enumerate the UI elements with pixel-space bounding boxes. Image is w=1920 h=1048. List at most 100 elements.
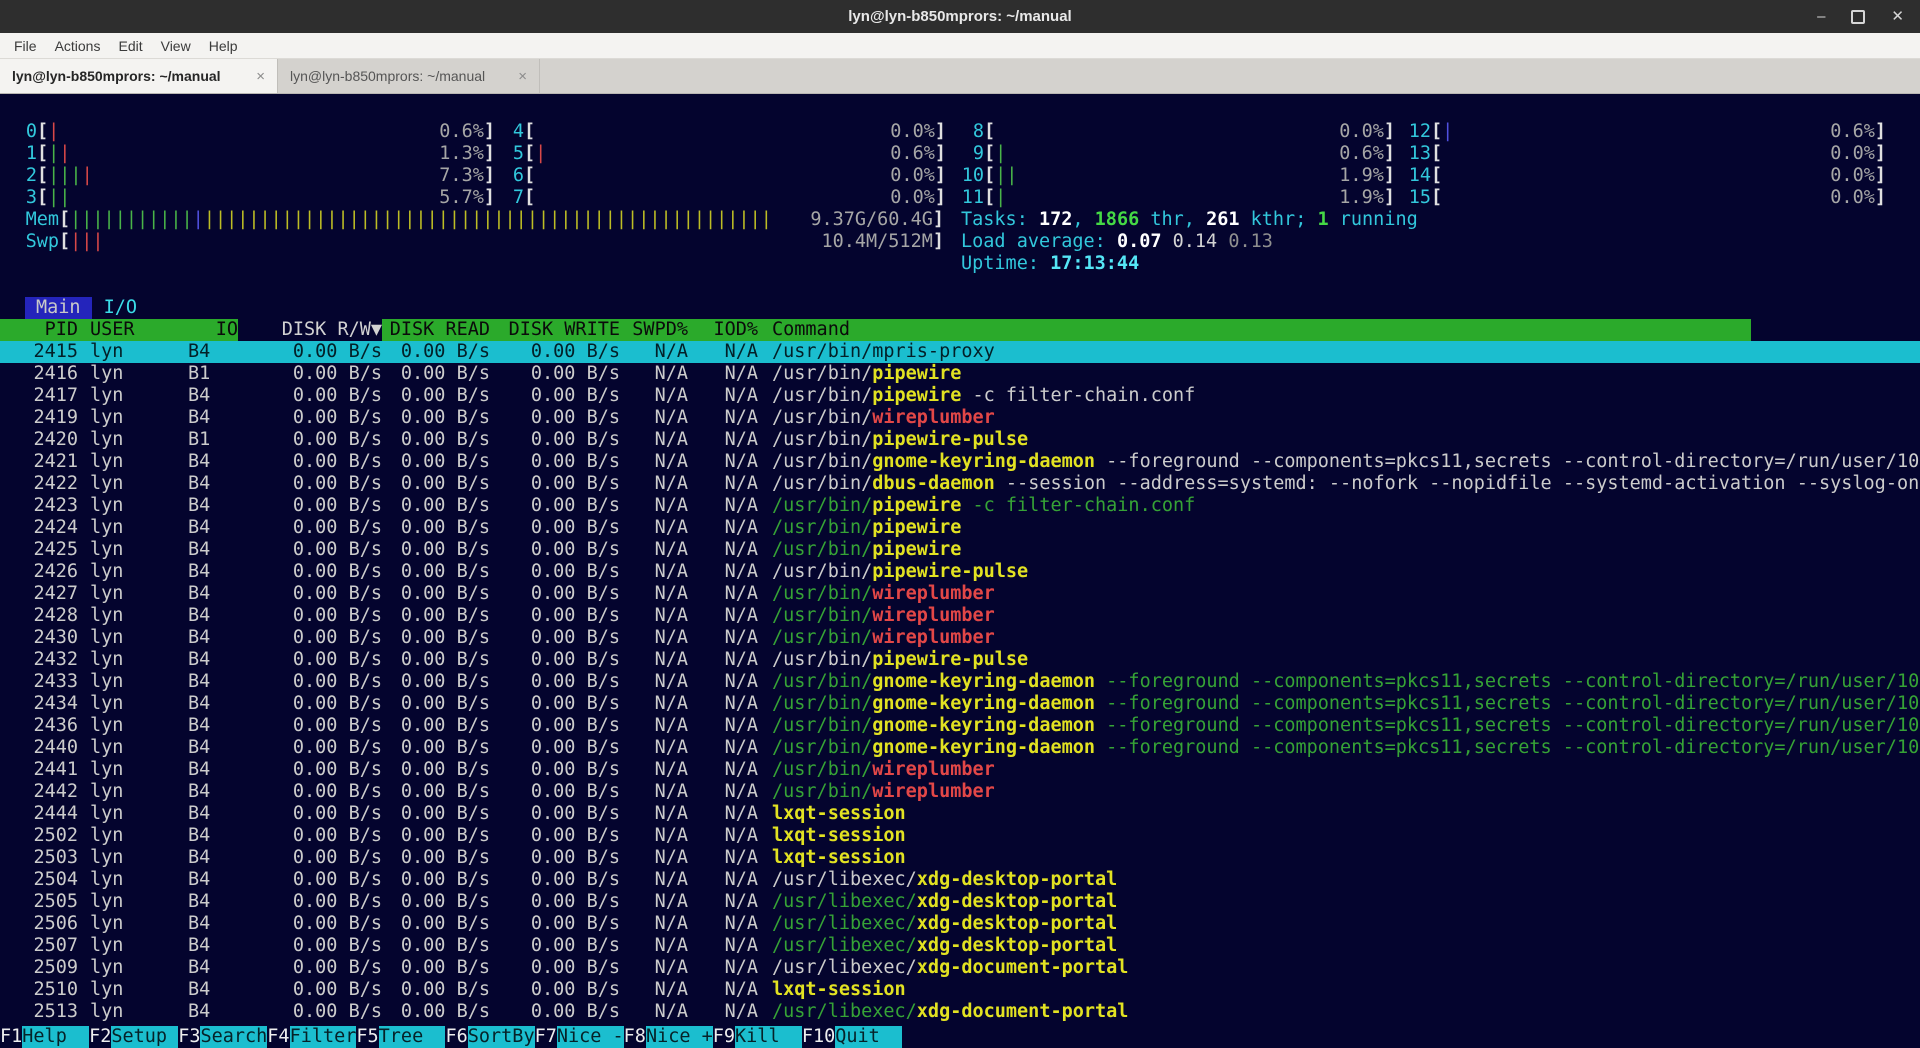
- wr-cell: 0.00 B/s: [490, 847, 620, 869]
- bracket: ]: [935, 121, 946, 143]
- process-row[interactable]: 2433lynB40.00 B/s0.00 B/s0.00 B/sN/AN/A/…: [0, 671, 1920, 693]
- process-row[interactable]: 2430lynB40.00 B/s0.00 B/s0.00 B/sN/AN/A/…: [0, 627, 1920, 649]
- rd-cell: 0.00 B/s: [382, 759, 490, 781]
- process-row[interactable]: 2444lynB40.00 B/s0.00 B/s0.00 B/sN/AN/Al…: [0, 803, 1920, 825]
- user-cell: lyn: [78, 429, 188, 451]
- rw-cell: 0.00 B/s: [238, 671, 382, 693]
- column-header-disk-read[interactable]: DISK READ: [382, 319, 490, 341]
- process-row[interactable]: 2507lynB40.00 B/s0.00 B/s0.00 B/sN/AN/A/…: [0, 935, 1920, 957]
- iod-cell: N/A: [688, 341, 758, 363]
- command-cell: /usr/libexec/xdg-document-portal: [758, 957, 1920, 979]
- fkey-f3[interactable]: F3Search: [178, 1026, 267, 1048]
- menu-item-view[interactable]: View: [152, 36, 200, 56]
- swpd-cell: N/A: [620, 759, 688, 781]
- process-row[interactable]: 2415lynB40.00 B/s0.00 B/s0.00 B/sN/AN/A/…: [0, 341, 1920, 363]
- io-cell: B4: [188, 407, 238, 429]
- iod-cell: N/A: [688, 781, 758, 803]
- process-row[interactable]: 2442lynB40.00 B/s0.00 B/s0.00 B/sN/AN/A/…: [0, 781, 1920, 803]
- rd-cell: 0.00 B/s: [382, 803, 490, 825]
- process-row[interactable]: 2432lynB40.00 B/s0.00 B/s0.00 B/sN/AN/A/…: [0, 649, 1920, 671]
- terminal-tab[interactable]: lyn@lyn-b850mprors: ~/manual×: [278, 59, 540, 93]
- io-cell: B4: [188, 627, 238, 649]
- menu-item-file[interactable]: File: [5, 36, 46, 56]
- process-row[interactable]: 2513lynB40.00 B/s0.00 B/s0.00 B/sN/AN/A/…: [0, 1001, 1920, 1023]
- process-row[interactable]: 2426lynB40.00 B/s0.00 B/s0.00 B/sN/AN/A/…: [0, 561, 1920, 583]
- process-row[interactable]: 2436lynB40.00 B/s0.00 B/s0.00 B/sN/AN/A/…: [0, 715, 1920, 737]
- process-row[interactable]: 2505lynB40.00 B/s0.00 B/s0.00 B/sN/AN/A/…: [0, 891, 1920, 913]
- process-row[interactable]: 2420lynB10.00 B/s0.00 B/s0.00 B/sN/AN/A/…: [0, 429, 1920, 451]
- cpu-meter-bar: ||||: [48, 165, 93, 187]
- process-row[interactable]: 2504lynB40.00 B/s0.00 B/s0.00 B/sN/AN/A/…: [0, 869, 1920, 891]
- bracket: [: [984, 165, 995, 187]
- terminal-tab[interactable]: lyn@lyn-b850mprors: ~/manual×: [0, 59, 278, 93]
- user-cell: lyn: [78, 363, 188, 385]
- fkey-f1[interactable]: F1Help: [0, 1026, 89, 1048]
- pid-cell: 2424: [10, 517, 78, 539]
- process-row[interactable]: 2503lynB40.00 B/s0.00 B/s0.00 B/sN/AN/Al…: [0, 847, 1920, 869]
- cpu-meter-value: 0.6%: [1830, 121, 1875, 143]
- process-row[interactable]: 2423lynB40.00 B/s0.00 B/s0.00 B/sN/AN/A/…: [0, 495, 1920, 517]
- maximize-button[interactable]: [1851, 10, 1865, 24]
- menu-item-edit[interactable]: Edit: [109, 36, 151, 56]
- process-row[interactable]: 2502lynB40.00 B/s0.00 B/s0.00 B/sN/AN/Al…: [0, 825, 1920, 847]
- process-row[interactable]: 2421lynB40.00 B/s0.00 B/s0.00 B/sN/AN/A/…: [0, 451, 1920, 473]
- wr-cell: 0.00 B/s: [490, 341, 620, 363]
- process-row[interactable]: 2427lynB40.00 B/s0.00 B/s0.00 B/sN/AN/A/…: [0, 583, 1920, 605]
- column-header-iod-[interactable]: IOD%: [688, 319, 758, 341]
- column-header-swpd-[interactable]: SWPD%: [620, 319, 688, 341]
- process-row[interactable]: 2434lynB40.00 B/s0.00 B/s0.00 B/sN/AN/A/…: [0, 693, 1920, 715]
- fkey-f10[interactable]: F10Quit: [802, 1026, 902, 1048]
- rw-cell: 0.00 B/s: [238, 957, 382, 979]
- fkey-f7[interactable]: F7Nice -: [535, 1026, 624, 1048]
- pid-cell: 2503: [10, 847, 78, 869]
- process-row[interactable]: 2428lynB40.00 B/s0.00 B/s0.00 B/sN/AN/A/…: [0, 605, 1920, 627]
- process-row[interactable]: 2417lynB40.00 B/s0.00 B/s0.00 B/sN/AN/A/…: [0, 385, 1920, 407]
- fkey-f4[interactable]: F4Filter: [267, 1026, 356, 1048]
- rd-cell: 0.00 B/s: [382, 517, 490, 539]
- column-header-io[interactable]: IO: [188, 319, 238, 341]
- column-header-disk-write[interactable]: DISK WRITE: [490, 319, 620, 341]
- menu-item-actions[interactable]: Actions: [46, 36, 110, 56]
- process-row[interactable]: 2510lynB40.00 B/s0.00 B/s0.00 B/sN/AN/Al…: [0, 979, 1920, 1001]
- process-row[interactable]: 2416lynB10.00 B/s0.00 B/s0.00 B/sN/AN/A/…: [0, 363, 1920, 385]
- process-row[interactable]: 2424lynB40.00 B/s0.00 B/s0.00 B/sN/AN/A/…: [0, 517, 1920, 539]
- column-header-command[interactable]: Command: [758, 319, 1751, 341]
- fkey-f2[interactable]: F2Setup: [89, 1026, 178, 1048]
- htop-tab-main[interactable]: Main: [25, 297, 92, 319]
- swpd-cell: N/A: [620, 429, 688, 451]
- rw-cell: 0.00 B/s: [238, 539, 382, 561]
- process-row[interactable]: 2419lynB40.00 B/s0.00 B/s0.00 B/sN/AN/A/…: [0, 407, 1920, 429]
- column-header-user[interactable]: USER: [78, 319, 188, 341]
- process-row[interactable]: 2509lynB40.00 B/s0.00 B/s0.00 B/sN/AN/A/…: [0, 957, 1920, 979]
- fkey-f8[interactable]: F8Nice +: [624, 1026, 713, 1048]
- cpu-meter-label: 13: [1408, 143, 1431, 165]
- process-row[interactable]: 2422lynB40.00 B/s0.00 B/s0.00 B/sN/AN/A/…: [0, 473, 1920, 495]
- wr-cell: 0.00 B/s: [490, 957, 620, 979]
- user-cell: lyn: [78, 495, 188, 517]
- minimize-button[interactable]: –: [1817, 9, 1825, 24]
- process-row[interactable]: 2441lynB40.00 B/s0.00 B/s0.00 B/sN/AN/A/…: [0, 759, 1920, 781]
- command-cell: /usr/bin/gnome-keyring-daemon --foregrou…: [758, 671, 1920, 693]
- wr-cell: 0.00 B/s: [490, 825, 620, 847]
- process-row[interactable]: 2425lynB40.00 B/s0.00 B/s0.00 B/sN/AN/A/…: [0, 539, 1920, 561]
- process-row[interactable]: 2506lynB40.00 B/s0.00 B/s0.00 B/sN/AN/A/…: [0, 913, 1920, 935]
- column-header-disk-r-w-[interactable]: DISK R/W▼: [238, 319, 382, 341]
- wr-cell: 0.00 B/s: [490, 803, 620, 825]
- swpd-cell: N/A: [620, 891, 688, 913]
- fkey-f5[interactable]: F5Tree: [356, 1026, 445, 1048]
- menu-item-help[interactable]: Help: [200, 36, 247, 56]
- rd-cell: 0.00 B/s: [382, 957, 490, 979]
- io-cell: B4: [188, 781, 238, 803]
- cpu-meter-bar: ||: [48, 143, 70, 165]
- close-button[interactable]: ✕: [1891, 9, 1904, 24]
- fkey-f6[interactable]: F6SortBy: [445, 1026, 534, 1048]
- process-row[interactable]: 2440lynB40.00 B/s0.00 B/s0.00 B/sN/AN/A/…: [0, 737, 1920, 759]
- swpd-cell: N/A: [620, 825, 688, 847]
- pid-cell: 2510: [10, 979, 78, 1001]
- tab-close-icon[interactable]: ×: [518, 68, 527, 85]
- htop-tab-io[interactable]: I/O: [104, 297, 137, 319]
- fkey-f9[interactable]: F9Kill: [713, 1026, 802, 1048]
- column-header-pid[interactable]: PID: [10, 319, 78, 341]
- tab-close-icon[interactable]: ×: [256, 68, 265, 85]
- iod-cell: N/A: [688, 517, 758, 539]
